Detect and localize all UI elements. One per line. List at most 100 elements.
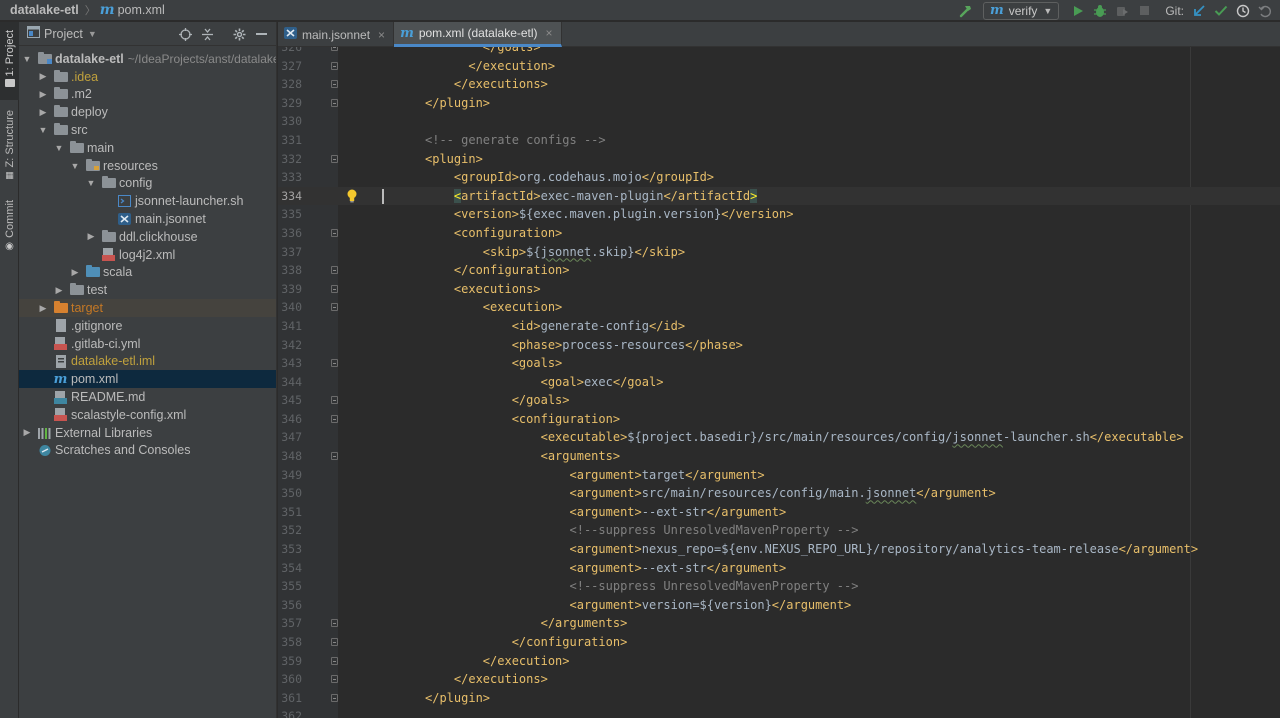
- code-line[interactable]: 346 <configuration>: [278, 410, 1280, 429]
- close-icon[interactable]: ×: [378, 28, 385, 42]
- tree-item[interactable]: ▼ datalake-etl ~/IdeaProjects/anst/datalak…: [19, 50, 276, 68]
- chevron-down-icon[interactable]: ▼: [88, 29, 97, 39]
- tree-item[interactable]: Scratches and Consoles: [19, 442, 276, 460]
- tree-item[interactable]: ▼ config: [19, 175, 276, 193]
- code-line[interactable]: 329 </plugin>: [278, 94, 1280, 113]
- fold-marker-icon[interactable]: [331, 228, 338, 237]
- code-line[interactable]: 350 <argument>src/main/resources/config/…: [278, 484, 1280, 503]
- tree-item[interactable]: jsonnet-launcher.sh: [19, 192, 276, 210]
- run-configuration-dropdown[interactable]: m verify ▼: [982, 1, 1060, 20]
- chevron-right-icon[interactable]: ▶: [37, 107, 49, 118]
- code-line[interactable]: 339 <executions>: [278, 280, 1280, 299]
- code-line[interactable]: 334 <artifactId>exec-maven-plugin</artif…: [278, 186, 1280, 206]
- tree-item[interactable]: ▶ test: [19, 281, 276, 299]
- tree-item[interactable]: ▶ External Libraries: [19, 424, 276, 442]
- code-line[interactable]: 357 </arguments>: [278, 614, 1280, 633]
- tree-item[interactable]: ▶ .m2: [19, 86, 276, 104]
- lightbulb-icon[interactable]: [346, 189, 358, 203]
- code-line[interactable]: 338 </configuration>: [278, 261, 1280, 280]
- code-line[interactable]: 353 <argument>nexus_repo=${env.NEXUS_REP…: [278, 540, 1280, 559]
- chevron-down-icon[interactable]: ▼: [85, 178, 97, 188]
- code-line[interactable]: 356 <argument>version=${version}</argume…: [278, 596, 1280, 615]
- tab-pom-xml[interactable]: m pom.xml (datalake-etl) ×: [394, 22, 562, 47]
- code-line[interactable]: 362: [278, 707, 1280, 718]
- code-line[interactable]: 359 </execution>: [278, 652, 1280, 671]
- code-line[interactable]: 332 <plugin>: [278, 150, 1280, 169]
- tool-tab-project[interactable]: 1: Project: [0, 22, 19, 100]
- chevron-down-icon[interactable]: ▼: [53, 143, 65, 153]
- code-line[interactable]: 352 <!--suppress UnresolvedMavenProperty…: [278, 521, 1280, 540]
- tree-item[interactable]: .gitlab-ci.yml: [19, 335, 276, 353]
- hide-panel-icon[interactable]: [250, 22, 272, 46]
- code-line[interactable]: 327 </execution>: [278, 57, 1280, 76]
- code-line[interactable]: 342 <phase>process-resources</phase>: [278, 336, 1280, 355]
- code-line[interactable]: 330: [278, 112, 1280, 131]
- code-line[interactable]: 355 <!--suppress UnresolvedMavenProperty…: [278, 577, 1280, 596]
- fold-marker-icon[interactable]: [331, 98, 338, 107]
- tree-item[interactable]: log4j2.xml: [19, 246, 276, 264]
- chevron-right-icon[interactable]: ▶: [37, 89, 49, 100]
- chevron-down-icon[interactable]: ▼: [21, 54, 33, 64]
- code-line[interactable]: 328 </executions>: [278, 75, 1280, 94]
- breadcrumb-file[interactable]: pom.xml: [118, 3, 165, 17]
- fold-marker-icon[interactable]: [331, 452, 338, 461]
- code-line[interactable]: 337 <skip>${jsonnet.skip}</skip>: [278, 243, 1280, 262]
- tree-item[interactable]: .gitignore: [19, 317, 276, 335]
- tree-item[interactable]: ▼ main: [19, 139, 276, 157]
- code-area[interactable]: 326 </goals> 327 </execution> 328 </execut…: [278, 47, 1280, 718]
- code-line[interactable]: 326 </goals>: [278, 47, 1280, 57]
- tree-item[interactable]: ▶ scala: [19, 264, 276, 282]
- fold-marker-icon[interactable]: [331, 154, 338, 163]
- git-update-icon[interactable]: [1188, 0, 1210, 21]
- fold-marker-icon[interactable]: [331, 359, 338, 368]
- chevron-down-icon[interactable]: ▼: [69, 161, 81, 171]
- tool-tab-commit[interactable]: Commit ◉: [0, 200, 19, 270]
- tree-item[interactable]: main.jsonnet: [19, 210, 276, 228]
- tree-item[interactable]: ▶ target: [19, 299, 276, 317]
- code-line[interactable]: 343 <goals>: [278, 354, 1280, 373]
- chevron-down-icon[interactable]: ▼: [37, 125, 49, 135]
- chevron-right-icon[interactable]: ▶: [37, 303, 49, 314]
- tree-item[interactable]: ▼ src: [19, 121, 276, 139]
- tree-item[interactable]: m pom.xml: [19, 370, 276, 389]
- code-line[interactable]: 360 </executions>: [278, 670, 1280, 689]
- chevron-right-icon[interactable]: ▶: [37, 71, 49, 82]
- tree-item[interactable]: datalake-etl.iml: [19, 353, 276, 371]
- fold-marker-icon[interactable]: [331, 61, 338, 70]
- code-line[interactable]: 331 <!-- generate configs -->: [278, 131, 1280, 150]
- code-line[interactable]: 345 </goals>: [278, 391, 1280, 410]
- project-view-title[interactable]: Project: [44, 27, 83, 41]
- code-line[interactable]: 336 <configuration>: [278, 224, 1280, 243]
- chevron-right-icon[interactable]: ▶: [85, 231, 97, 242]
- fold-marker-icon[interactable]: [331, 638, 338, 646]
- fold-marker-icon[interactable]: [331, 396, 338, 405]
- run-icon[interactable]: [1067, 0, 1089, 21]
- fold-marker-icon[interactable]: [331, 266, 338, 275]
- fold-marker-icon[interactable]: [331, 303, 338, 312]
- breadcrumb-project[interactable]: datalake-etl: [10, 3, 79, 17]
- code-line[interactable]: 333 <groupId>org.codehaus.mojo</groupId>: [278, 168, 1280, 187]
- fold-marker-icon[interactable]: [331, 693, 338, 702]
- code-line[interactable]: 358 </configuration>: [278, 633, 1280, 652]
- run-with-coverage-icon[interactable]: [1111, 0, 1133, 21]
- tree-item[interactable]: ▼ resources: [19, 157, 276, 175]
- code-line[interactable]: 351 <argument>--ext-str</argument>: [278, 503, 1280, 522]
- locate-file-icon[interactable]: [174, 22, 196, 46]
- stop-icon[interactable]: [1133, 0, 1155, 21]
- code-line[interactable]: 340 <execution>: [278, 298, 1280, 317]
- chevron-right-icon[interactable]: ▶: [69, 267, 81, 278]
- tree-item[interactable]: ▶ ddl.clickhouse: [19, 228, 276, 246]
- fold-marker-icon[interactable]: [331, 656, 338, 665]
- code-line[interactable]: 341 <id>generate-config</id>: [278, 317, 1280, 336]
- gear-icon[interactable]: [228, 22, 250, 46]
- git-history-icon[interactable]: [1232, 0, 1254, 21]
- fold-marker-icon[interactable]: [331, 619, 338, 628]
- tree-item[interactable]: scalastyle-config.xml: [19, 406, 276, 424]
- fold-marker-icon[interactable]: [331, 47, 338, 51]
- chevron-right-icon[interactable]: ▶: [21, 427, 33, 438]
- tool-tab-structure[interactable]: Z: Structure ▦: [0, 110, 19, 202]
- debug-icon[interactable]: [1089, 0, 1111, 21]
- code-line[interactable]: 335 <version>${exec.maven.plugin.version…: [278, 205, 1280, 224]
- tree-item[interactable]: README.md: [19, 388, 276, 406]
- code-line[interactable]: 349 <argument>target</argument>: [278, 466, 1280, 485]
